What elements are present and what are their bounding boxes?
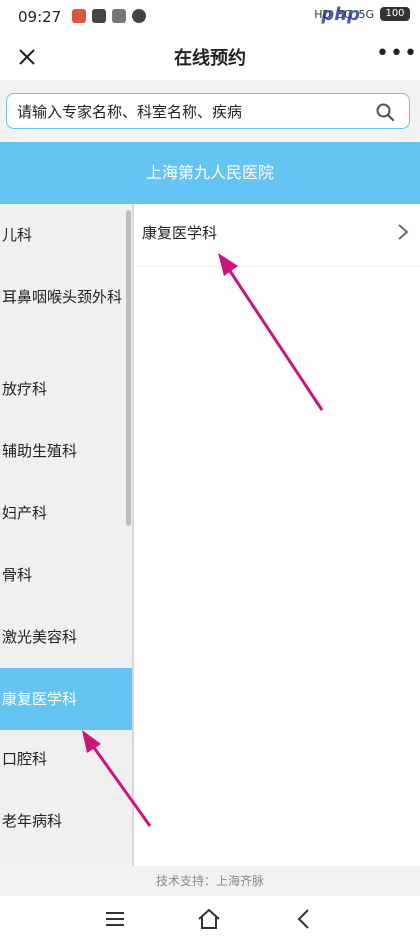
header: 在线预约 •••	[0, 34, 420, 80]
department-item-selected[interactable]: 康复医学科	[0, 668, 132, 730]
network-hd-label: HD	[314, 7, 331, 21]
clipboard-icon	[92, 9, 106, 23]
home-icon[interactable]	[196, 906, 222, 932]
department-item[interactable]: 儿科	[0, 220, 132, 250]
search-box	[6, 93, 410, 129]
department-item[interactable]: 妇产科	[0, 498, 132, 528]
sub-department-item[interactable]: 康复医学科	[134, 204, 420, 267]
app-icon	[112, 9, 126, 23]
status-bar: 09:27 php HD 3G 5G 100	[0, 0, 420, 34]
department-item-label: 耳鼻咽喉头颈外科	[2, 288, 123, 306]
department-item[interactable]: 放疗科	[0, 374, 132, 404]
department-item[interactable]: 激光美容科	[0, 622, 132, 652]
search-input[interactable]	[15, 97, 369, 127]
chevron-right-icon	[398, 224, 409, 240]
back-icon[interactable]	[292, 906, 318, 932]
page-title: 在线预约	[174, 48, 246, 69]
network-3g-label: 3G	[336, 7, 353, 21]
department-item[interactable]: 耳鼻咽喉头颈外科	[0, 282, 132, 312]
sub-department-label: 康复医学科	[142, 224, 218, 242]
scrollbar-thumb[interactable]	[126, 210, 131, 526]
settings-icon	[132, 9, 146, 23]
hospital-name-banner: 上海第九人民医院	[0, 142, 420, 204]
more-button[interactable]: •••	[376, 42, 417, 72]
menu-icon[interactable]	[102, 906, 128, 932]
department-item[interactable]: 口腔科	[0, 744, 132, 774]
status-right-icons: HD 3G 5G 100	[314, 7, 410, 21]
department-item[interactable]: 老年病科	[0, 806, 132, 836]
search-icon[interactable]	[375, 102, 395, 122]
battery-icon: 100	[380, 7, 410, 21]
department-list: 儿科 耳鼻咽喉头颈外科 放疗科 辅助生殖科 妇产科 骨科 激光美容科 康复医学科…	[0, 204, 134, 866]
department-item[interactable]: 辅助生殖科	[0, 436, 132, 466]
status-time: 09:27	[18, 8, 62, 26]
network-5g-label: 5G	[358, 7, 374, 21]
sub-department-list: 康复医学科	[134, 204, 420, 866]
tech-support-footer: 技术支持：上海齐脉	[0, 866, 420, 896]
app-notification-icon	[72, 9, 86, 23]
system-nav-bar	[0, 896, 420, 940]
search-area	[0, 80, 420, 142]
department-item[interactable]: 骨科	[0, 560, 132, 590]
notification-icons	[72, 9, 146, 23]
